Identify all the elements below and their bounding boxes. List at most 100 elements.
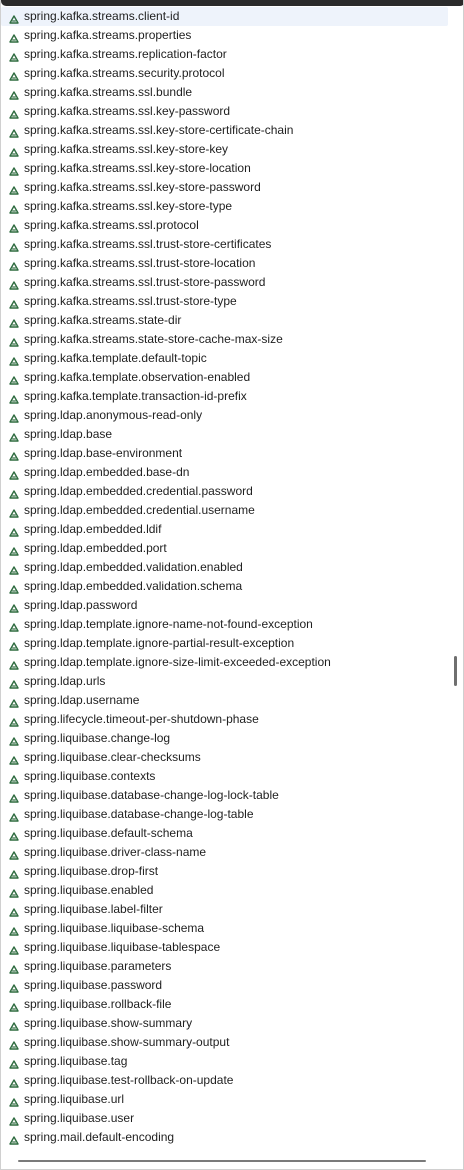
list-item-label: spring.kafka.streams.ssl.trust-store-typ…: [24, 294, 237, 308]
list-item-label: spring.ldap.template.ignore-size-limit-e…: [24, 655, 331, 669]
list-item[interactable]: spring.lifecycle.timeout-per-shutdown-ph…: [1, 710, 449, 729]
list-item[interactable]: spring.kafka.streams.ssl.protocol: [1, 216, 449, 235]
list-item-label: spring.ldap.username: [24, 693, 140, 707]
property-icon: [9, 278, 19, 290]
list-item[interactable]: spring.ldap.embedded.ldif: [1, 520, 449, 539]
property-icon: [9, 354, 19, 366]
property-icon: [9, 696, 19, 708]
list-item[interactable]: spring.kafka.streams.ssl.key-store-certi…: [1, 121, 449, 140]
list-item[interactable]: spring.liquibase.label-filter: [1, 900, 449, 919]
list-item-label: spring.liquibase.liquibase-schema: [24, 921, 205, 935]
list-item[interactable]: spring.liquibase.url: [1, 1090, 449, 1109]
list-item[interactable]: spring.liquibase.clear-checksums: [1, 748, 449, 767]
list-item-label: spring.liquibase.clear-checksums: [24, 750, 201, 764]
list-item[interactable]: spring.kafka.streams.client-id: [1, 7, 448, 26]
property-icon: [9, 126, 19, 138]
property-icon: [9, 240, 19, 252]
list-item[interactable]: spring.liquibase.liquibase-schema: [1, 919, 449, 938]
property-icon: [9, 145, 19, 157]
list-item[interactable]: spring.ldap.username: [1, 691, 449, 710]
list-item[interactable]: spring.liquibase.show-summary: [1, 1014, 449, 1033]
list-item[interactable]: spring.ldap.template.ignore-name-not-fou…: [1, 615, 449, 634]
list-item-label: spring.liquibase.contexts: [24, 769, 156, 783]
list-item[interactable]: spring.kafka.streams.state-dir: [1, 311, 449, 330]
list-item[interactable]: spring.ldap.embedded.validation.enabled: [1, 558, 449, 577]
list-item[interactable]: spring.ldap.base: [1, 425, 449, 444]
list-item-label: spring.kafka.streams.ssl.key-store-locat…: [24, 161, 251, 175]
list-item[interactable]: spring.kafka.streams.state-store-cache-m…: [1, 330, 449, 349]
list-item[interactable]: spring.kafka.streams.ssl.trust-store-loc…: [1, 254, 449, 273]
list-item[interactable]: spring.liquibase.change-log: [1, 729, 449, 748]
list-item[interactable]: spring.liquibase.contexts: [1, 767, 449, 786]
list-item[interactable]: spring.liquibase.password: [1, 976, 449, 995]
list-item[interactable]: spring.kafka.streams.ssl.key-store-type: [1, 197, 449, 216]
list-item-label: spring.ldap.embedded.base-dn: [24, 465, 190, 479]
list-item-label: spring.kafka.streams.ssl.trust-store-loc…: [24, 256, 256, 270]
list-item[interactable]: spring.kafka.streams.security.protocol: [1, 64, 449, 83]
list-item[interactable]: spring.kafka.template.default-topic: [1, 349, 449, 368]
list-item[interactable]: spring.kafka.streams.ssl.key-password: [1, 102, 449, 121]
list-item[interactable]: spring.kafka.streams.ssl.trust-store-cer…: [1, 235, 449, 254]
property-icon: [9, 544, 19, 556]
list-item[interactable]: spring.kafka.streams.replication-factor: [1, 45, 449, 64]
list-item[interactable]: spring.kafka.streams.ssl.trust-store-typ…: [1, 292, 449, 311]
list-item-label: spring.ldap.embedded.validation.enabled: [24, 560, 243, 574]
list-item[interactable]: spring.liquibase.drop-first: [1, 862, 449, 881]
list-item-label: spring.ldap.template.ignore-partial-resu…: [24, 636, 295, 650]
property-icon: [9, 772, 19, 784]
list-item[interactable]: spring.kafka.streams.ssl.trust-store-pas…: [1, 273, 449, 292]
list-item[interactable]: spring.kafka.streams.ssl.key-store-key: [1, 140, 449, 159]
list-item[interactable]: spring.liquibase.show-summary-output: [1, 1033, 449, 1052]
list-item[interactable]: spring.liquibase.database-change-log-tab…: [1, 805, 449, 824]
list-item[interactable]: spring.kafka.streams.ssl.key-store-passw…: [1, 178, 449, 197]
property-icon: [9, 430, 19, 442]
list-item[interactable]: spring.ldap.embedded.validation.schema: [1, 577, 449, 596]
property-icon: [9, 715, 19, 727]
list-item-label: spring.kafka.streams.ssl.key-store-type: [24, 199, 233, 213]
list-item[interactable]: spring.ldap.template.ignore-partial-resu…: [1, 634, 449, 653]
property-icon: [9, 1133, 19, 1145]
list-item-label: spring.ldap.embedded.credential.username: [24, 503, 255, 517]
list-item[interactable]: spring.ldap.password: [1, 596, 449, 615]
list-item[interactable]: spring.kafka.template.observation-enable…: [1, 368, 449, 387]
property-icon: [9, 88, 19, 100]
list-item[interactable]: spring.liquibase.default-schema: [1, 824, 449, 843]
list-item[interactable]: spring.liquibase.rollback-file: [1, 995, 449, 1014]
list-item[interactable]: spring.mail.default-encoding: [1, 1128, 449, 1147]
list-item[interactable]: spring.kafka.streams.ssl.bundle: [1, 83, 449, 102]
list-item-label: spring.ldap.urls: [24, 674, 106, 688]
list-item-label: spring.kafka.streams.state-dir: [24, 313, 182, 327]
list-item[interactable]: spring.ldap.base-environment: [1, 444, 449, 463]
list-item-label: spring.kafka.streams.ssl.trust-store-cer…: [24, 237, 272, 251]
vertical-scrollbar-thumb[interactable]: [454, 656, 457, 686]
list-item[interactable]: spring.liquibase.driver-class-name: [1, 843, 449, 862]
list-item[interactable]: spring.kafka.streams.properties: [1, 26, 449, 45]
list-item-label: spring.ldap.password: [24, 598, 138, 612]
property-icon: [9, 829, 19, 841]
property-icon: [9, 31, 19, 43]
list-item[interactable]: spring.liquibase.enabled: [1, 881, 449, 900]
list-item[interactable]: spring.liquibase.database-change-log-loc…: [1, 786, 449, 805]
list-item[interactable]: spring.liquibase.parameters: [1, 957, 449, 976]
list-item[interactable]: spring.liquibase.liquibase-tablespace: [1, 938, 449, 957]
list-item-label: spring.ldap.embedded.ldif: [24, 522, 162, 536]
list-item[interactable]: spring.ldap.embedded.credential.password: [1, 482, 449, 501]
list-item[interactable]: spring.ldap.urls: [1, 672, 449, 691]
property-list[interactable]: spring.kafka.streams.client-id spring.kaf…: [1, 7, 449, 1154]
list-item-label: spring.kafka.streams.replication-factor: [24, 47, 227, 61]
list-item[interactable]: spring.kafka.streams.ssl.key-store-locat…: [1, 159, 449, 178]
list-item[interactable]: spring.ldap.anonymous-read-only: [1, 406, 449, 425]
list-item[interactable]: spring.ldap.embedded.port: [1, 539, 449, 558]
property-icon: [9, 1057, 19, 1069]
property-icon: [9, 12, 19, 24]
list-item[interactable]: spring.ldap.embedded.credential.username: [1, 501, 449, 520]
list-item[interactable]: spring.liquibase.test-rollback-on-update: [1, 1071, 449, 1090]
property-icon: [9, 582, 19, 594]
horizontal-scrollbar-thumb[interactable]: [18, 1160, 426, 1162]
list-item[interactable]: spring.liquibase.user: [1, 1109, 449, 1128]
list-item[interactable]: spring.ldap.template.ignore-size-limit-e…: [1, 653, 449, 672]
list-item[interactable]: spring.ldap.embedded.base-dn: [1, 463, 449, 482]
list-item[interactable]: spring.liquibase.tag: [1, 1052, 449, 1071]
list-item[interactable]: spring.kafka.template.transaction-id-pre…: [1, 387, 449, 406]
property-icon: [9, 487, 19, 499]
